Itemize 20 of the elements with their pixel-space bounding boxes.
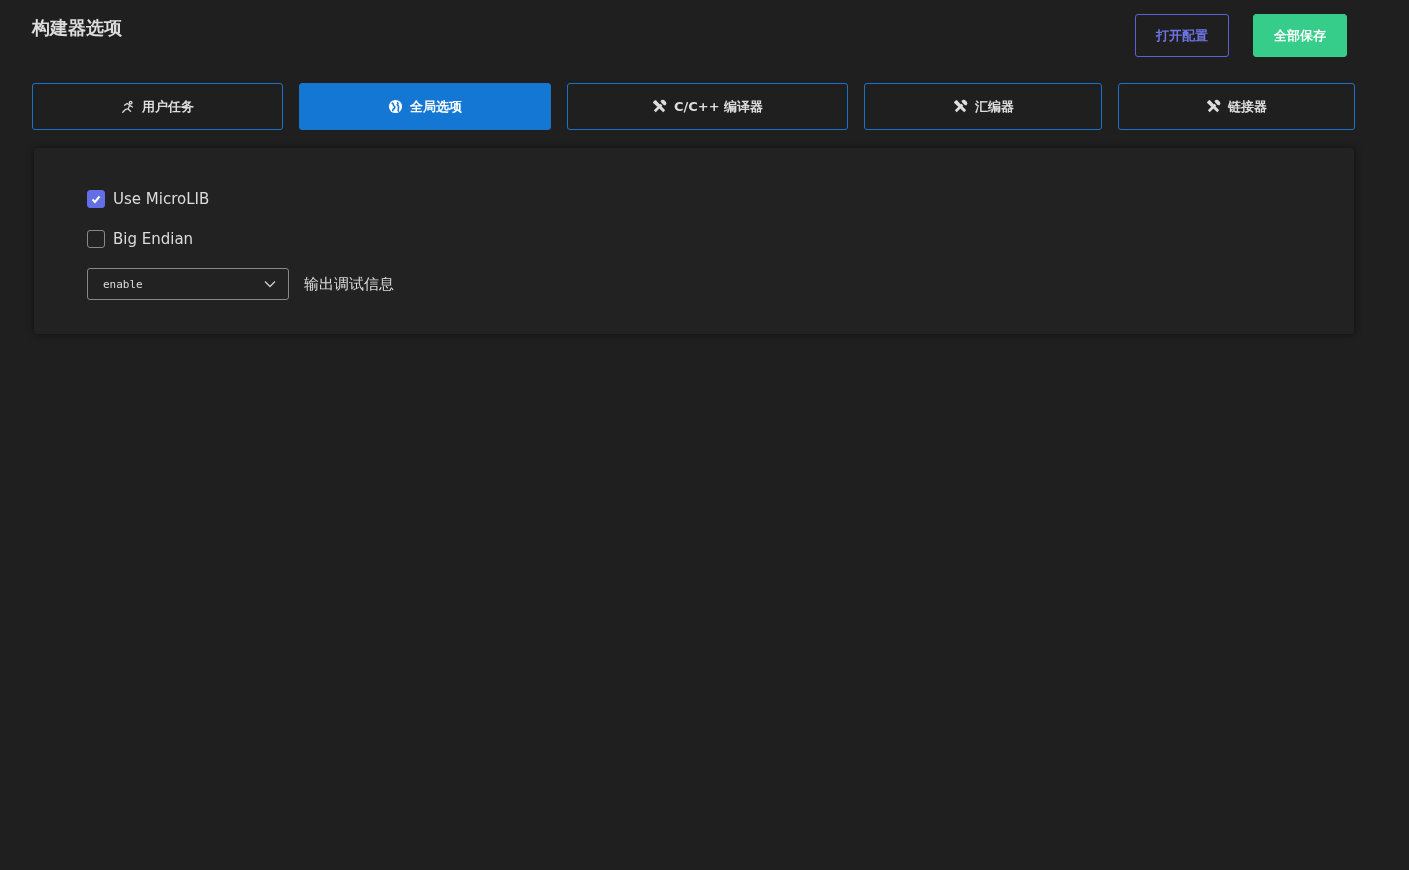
globe-icon [388,99,403,114]
checkbox-label: Use MicroLIB [113,190,210,208]
tab[interactable]: 链接器 [1118,83,1355,130]
open-config-button[interactable]: 打开配置 [1135,14,1229,57]
tools-icon [1206,99,1221,114]
checkbox-label: Big Endian [113,230,194,248]
tools-icon [651,99,667,114]
running-person-icon [121,99,135,114]
tools-icon [952,99,968,114]
chevron-down-icon [264,280,276,288]
checkmark-icon [90,193,102,205]
checkbox[interactable] [87,190,105,208]
debug-info-select[interactable]: enable [87,268,289,300]
page-title: 构建器选项 [32,16,122,40]
select-label: 输出调试信息 [304,274,394,294]
tab[interactable]: C/C++ 编译器 [567,83,848,130]
checkbox[interactable] [87,230,105,248]
tab[interactable]: 汇编器 [864,83,1102,130]
tab[interactable]: 用户任务 [32,83,283,130]
tab[interactable]: 全局选项 [299,83,551,130]
